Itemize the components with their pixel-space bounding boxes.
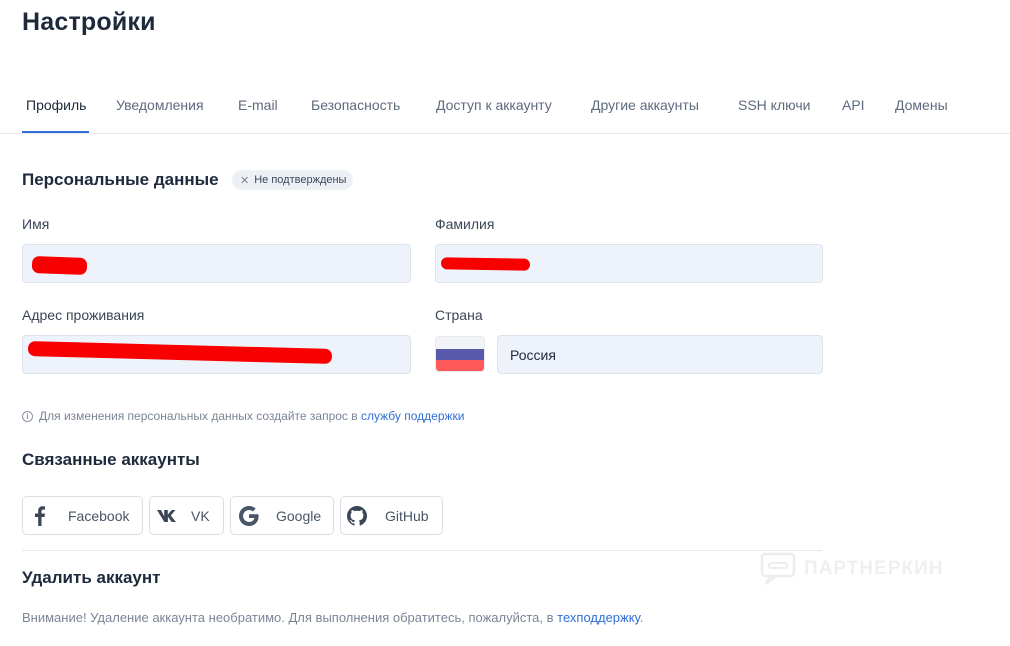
google-label: Google xyxy=(276,507,322,524)
delete-warning-suffix: . xyxy=(639,610,644,625)
delete-warning: Внимание! Удаление аккаунта необратимо. … xyxy=(22,610,643,625)
watermark-logo-icon xyxy=(760,552,796,585)
vk-icon xyxy=(157,506,179,526)
facebook-icon xyxy=(32,505,48,526)
github-icon xyxy=(347,505,367,526)
personal-data-info: i Для изменения персональных данных созд… xyxy=(22,409,464,423)
tab-api[interactable]: API xyxy=(842,97,865,113)
facebook-label: Facebook xyxy=(68,507,130,524)
github-button[interactable]: GitHub xyxy=(340,496,443,535)
info-icon: i xyxy=(22,410,33,422)
delete-warning-text: Внимание! Удаление аккаунта необратимо. … xyxy=(22,610,554,625)
country-label: Страна xyxy=(435,307,483,323)
info-text: Для изменения персональных данных создай… xyxy=(39,409,358,423)
tab-other-accounts[interactable]: Другие аккаунты xyxy=(591,97,699,113)
tab-security[interactable]: Безопасность xyxy=(311,97,400,113)
support-link[interactable]: службу поддержки xyxy=(361,409,464,423)
vk-label: VK xyxy=(191,507,210,524)
redaction-mark xyxy=(440,257,531,271)
vk-button[interactable]: VK xyxy=(149,496,224,535)
tab-email[interactable]: E-mail xyxy=(238,97,278,113)
watermark-text: ПАРТНЕРКИН xyxy=(804,558,944,579)
russia-flag-icon xyxy=(435,336,485,372)
google-button[interactable]: Google xyxy=(230,496,334,535)
tab-domains[interactable]: Домены xyxy=(895,97,948,113)
active-tab-indicator xyxy=(22,131,89,133)
delete-account-title: Удалить аккаунт xyxy=(22,568,161,587)
linked-accounts-title: Связанные аккаунты xyxy=(22,450,200,469)
status-badge-text: Не подтверждены xyxy=(254,174,347,186)
facebook-button[interactable]: Facebook xyxy=(22,496,143,535)
personal-data-title: Персональные данные xyxy=(22,170,219,189)
address-label: Адрес проживания xyxy=(22,307,145,323)
tab-notifications[interactable]: Уведомления xyxy=(116,97,204,113)
tab-account-access[interactable]: Доступ к аккаунту xyxy=(436,97,552,113)
close-icon: ✕ xyxy=(240,174,250,187)
status-badge: ✕ Не подтверждены xyxy=(232,170,354,190)
last-name-label: Фамилия xyxy=(435,216,495,232)
tech-support-link[interactable]: техподдержку xyxy=(557,610,640,625)
section-divider xyxy=(22,550,822,551)
tab-ssh-keys[interactable]: SSH ключи xyxy=(738,97,810,113)
redaction-mark xyxy=(31,256,88,275)
github-label: GitHub xyxy=(385,507,429,524)
page-title: Настройки xyxy=(22,8,156,36)
tab-profile[interactable]: Профиль xyxy=(26,97,86,113)
country-value: Россия xyxy=(510,346,556,363)
country-select[interactable]: Россия xyxy=(497,335,823,374)
google-icon xyxy=(239,505,259,526)
first-name-label: Имя xyxy=(22,216,50,232)
settings-tabs: Профиль Уведомления E-mail Безопасность … xyxy=(0,84,1010,134)
watermark: ПАРТНЕРКИН xyxy=(760,552,943,586)
